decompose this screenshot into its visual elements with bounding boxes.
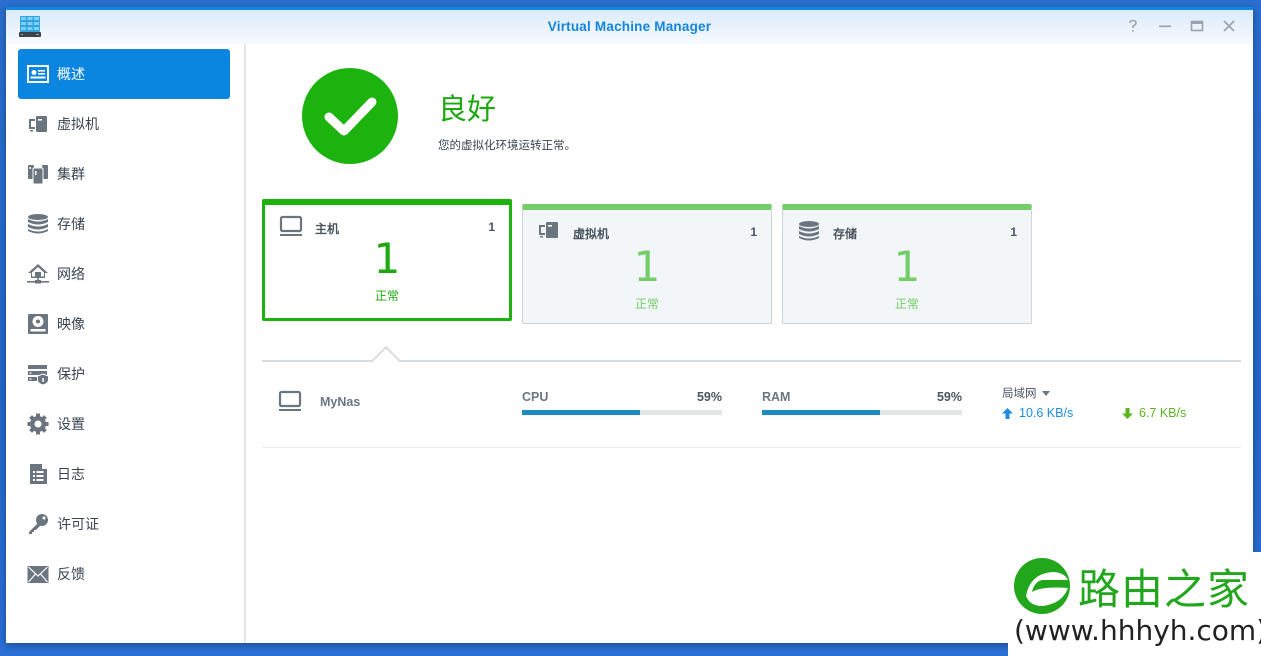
- cpu-progress-bar: [522, 410, 722, 415]
- card-name: 虚拟机: [573, 227, 610, 241]
- virtual-machine-icon: [27, 113, 49, 135]
- storage-icon: [799, 221, 819, 241]
- network-selector[interactable]: 局域网: [1002, 385, 1050, 401]
- cpu-meter: CPU 59%: [522, 390, 722, 415]
- envelope-icon: [27, 563, 49, 585]
- sidebar-item-image[interactable]: 映像: [18, 299, 230, 349]
- card-count: 1: [488, 220, 495, 234]
- upload-rate-value: 10.6 KB/s: [1019, 406, 1074, 420]
- window-title: Virtual Machine Manager: [547, 19, 712, 34]
- health-status-title: 良好: [438, 94, 497, 126]
- sidebar-item-license[interactable]: 许可证: [18, 499, 230, 549]
- network-selector-value: 局域网: [1002, 388, 1037, 400]
- arrow-up-icon: [1002, 407, 1013, 419]
- sidebar-item-label: 网络: [57, 266, 85, 282]
- card-name: 存储: [833, 227, 858, 241]
- sidebar-item-label: 存储: [57, 216, 85, 232]
- virtual-machine-card[interactable]: 虚拟机 1 1 正常: [522, 204, 772, 324]
- sidebar-item-label: 概述: [57, 66, 85, 82]
- image-icon: [27, 313, 49, 335]
- protection-icon: [27, 363, 49, 385]
- card-status: 正常: [634, 297, 659, 311]
- ram-label: RAM: [762, 390, 791, 404]
- network-icon: [27, 263, 49, 285]
- watermark-title: 路由之家: [1078, 565, 1251, 614]
- storage-icon: [27, 213, 49, 235]
- card-healthy-count: 1: [373, 234, 401, 283]
- sidebar-item-log[interactable]: 日志: [18, 449, 230, 499]
- upload-rate: 10.6 KB/s: [1002, 406, 1073, 420]
- sidebar-item-network[interactable]: 网络: [18, 249, 230, 299]
- sidebar-item-label: 保护: [57, 366, 85, 382]
- network-stats: 局域网 10.6 KB/s 6.7 KB/s: [1002, 384, 1222, 420]
- close-icon[interactable]: [1221, 18, 1237, 34]
- key-icon: [27, 513, 49, 535]
- card-status: 正常: [374, 289, 399, 303]
- cluster-icon: [27, 163, 49, 185]
- host-row[interactable]: MyNas CPU 59% RAM 59% 局域网 10.6 KB/s 6.7 …: [262, 362, 1241, 448]
- ram-meter: RAM 59%: [762, 390, 962, 415]
- card-count: 1: [1010, 225, 1017, 239]
- arrow-down-icon: [1122, 407, 1133, 419]
- cpu-value: 59%: [696, 390, 722, 404]
- title-bar[interactable]: Virtual Machine Manager: [6, 10, 1253, 44]
- card-healthy-count: 1: [893, 242, 921, 291]
- sidebar-item-settings[interactable]: 设置: [18, 399, 230, 449]
- log-icon: [27, 463, 49, 485]
- watermark-logo-icon: [1014, 558, 1070, 614]
- card-healthy-count: 1: [633, 242, 661, 291]
- vmm-window: Virtual Machine Manager 概述 虚拟机 集群 存储 网络 …: [6, 7, 1253, 643]
- download-rate-value: 6.7 KB/s: [1139, 406, 1187, 420]
- ram-progress-fill: [762, 410, 880, 415]
- ram-value: 59%: [936, 390, 962, 404]
- cpu-label: CPU: [522, 390, 549, 404]
- maximize-icon[interactable]: [1189, 18, 1205, 34]
- watermark: 路由之家 (www.hhhyh.com): [1008, 552, 1261, 656]
- minimize-icon[interactable]: [1157, 18, 1173, 34]
- sidebar-item-storage[interactable]: 存储: [18, 199, 230, 249]
- sidebar-item-label: 集群: [57, 166, 85, 182]
- gear-icon: [27, 413, 49, 435]
- sidebar-item-cluster[interactable]: 集群: [18, 149, 230, 199]
- host-name: MyNas: [320, 395, 361, 409]
- sidebar-item-label: 反馈: [57, 566, 85, 582]
- sidebar: 概述 虚拟机 集群 存储 网络 映像 保护 设置 日志 许可证 反馈: [6, 44, 246, 643]
- sidebar-item-virtual-machine[interactable]: 虚拟机: [18, 99, 230, 149]
- help-icon[interactable]: [1125, 18, 1141, 34]
- ram-progress-bar: [762, 410, 962, 415]
- sidebar-item-feedback[interactable]: 反馈: [18, 549, 230, 599]
- sidebar-item-protection[interactable]: 保护: [18, 349, 230, 399]
- cpu-progress-fill: [522, 410, 640, 415]
- sidebar-item-label: 日志: [57, 466, 85, 482]
- sidebar-item-label: 虚拟机: [57, 116, 99, 132]
- overview-icon: [27, 63, 49, 85]
- card-status: 正常: [894, 297, 919, 311]
- host-icon: [278, 390, 302, 411]
- storage-card[interactable]: 存储 1 1 正常: [782, 204, 1032, 324]
- sidebar-item-label: 设置: [57, 416, 85, 432]
- download-rate: 6.7 KB/s: [1122, 406, 1186, 420]
- sidebar-item-label: 许可证: [57, 516, 99, 532]
- check-circle-icon: [302, 68, 398, 164]
- host-card[interactable]: 主机 1 1 正常: [262, 199, 512, 321]
- sidebar-item-overview[interactable]: 概述: [18, 49, 230, 99]
- virtual-machine-icon: [539, 222, 558, 238]
- card-count: 1: [750, 225, 757, 239]
- caret-down-icon: [1041, 390, 1050, 396]
- watermark-url: (www.hhhyh.com): [1014, 614, 1261, 647]
- health-status-description: 您的虚拟化环境运转正常。: [438, 140, 576, 152]
- sidebar-item-label: 映像: [57, 316, 85, 332]
